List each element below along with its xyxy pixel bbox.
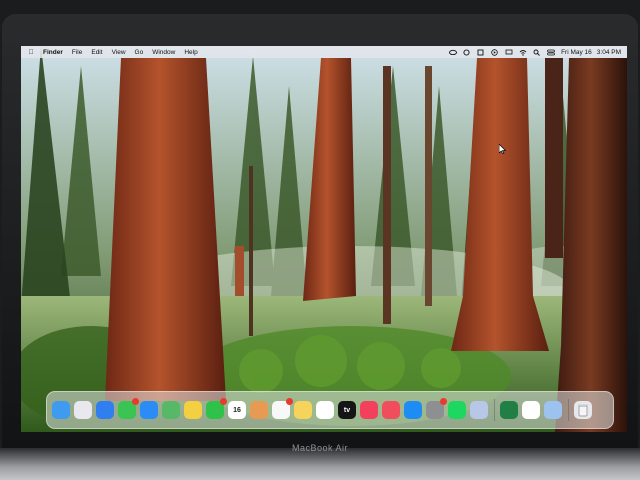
notification-badge bbox=[220, 398, 227, 405]
reminders-icon[interactable] bbox=[272, 398, 293, 419]
wifi-icon[interactable] bbox=[518, 48, 527, 56]
date-text: Fri May 16 bbox=[561, 48, 592, 56]
freeform-icon[interactable] bbox=[316, 401, 334, 419]
menu-app-name[interactable]: Finder bbox=[43, 49, 63, 56]
excel-icon[interactable] bbox=[500, 401, 518, 419]
menu-file[interactable]: File bbox=[72, 49, 82, 56]
dock-apps: 16 tv bbox=[52, 398, 492, 419]
menu-bar-clock[interactable]: Fri May 16 3:04 PM bbox=[561, 49, 621, 56]
notes-icon[interactable] bbox=[294, 401, 312, 419]
sync-icon[interactable] bbox=[462, 48, 471, 56]
menu-edit[interactable]: Edit bbox=[91, 49, 102, 56]
search-icon[interactable] bbox=[532, 48, 541, 56]
dock-separator bbox=[568, 399, 569, 421]
control-center-icon[interactable] bbox=[546, 48, 555, 56]
maps-icon[interactable] bbox=[162, 401, 180, 419]
music-icon[interactable] bbox=[360, 401, 378, 419]
contacts-icon[interactable] bbox=[250, 401, 268, 419]
time-text: 3:04 PM bbox=[596, 48, 621, 56]
mouse-cursor-icon bbox=[499, 144, 506, 154]
safari-icon[interactable] bbox=[96, 401, 114, 419]
notification-badge bbox=[286, 398, 293, 405]
facetime-icon[interactable] bbox=[206, 398, 227, 419]
dock-separator bbox=[494, 399, 495, 421]
finder-icon[interactable] bbox=[52, 401, 70, 419]
chrome-icon[interactable] bbox=[522, 401, 540, 419]
menu-window[interactable]: Window bbox=[152, 49, 175, 56]
news-icon[interactable] bbox=[382, 401, 400, 419]
status-area: Fri May 16 3:04 PM bbox=[443, 48, 621, 56]
preview-icon[interactable] bbox=[470, 401, 488, 419]
screen-mirroring-icon[interactable] bbox=[504, 48, 513, 56]
macbook-label: MacBook Air bbox=[291, 443, 349, 453]
preview-document-icon[interactable] bbox=[544, 401, 562, 419]
mail-icon[interactable] bbox=[140, 401, 158, 419]
menu-go[interactable]: Go bbox=[135, 49, 144, 56]
app-store-icon[interactable] bbox=[404, 401, 422, 419]
desktop-wallpaper bbox=[21, 46, 627, 432]
notes-icon[interactable] bbox=[476, 48, 485, 56]
menu-help[interactable]: Help bbox=[184, 49, 197, 56]
notification-badge bbox=[440, 398, 447, 405]
menu-view[interactable]: View bbox=[112, 49, 126, 56]
apple-tv-label: tv bbox=[343, 406, 351, 414]
calendar-icon[interactable]: 16 bbox=[228, 401, 246, 419]
messages-icon[interactable] bbox=[118, 398, 139, 419]
trash-icon[interactable] bbox=[574, 401, 592, 419]
dock: 16 tv bbox=[46, 391, 614, 429]
launchpad-icon[interactable] bbox=[74, 401, 92, 419]
photos-icon[interactable] bbox=[184, 401, 202, 419]
system-settings-icon[interactable] bbox=[426, 398, 447, 419]
creative-cloud-icon[interactable] bbox=[448, 48, 457, 56]
apple-tv-icon[interactable]: tv bbox=[338, 401, 356, 419]
screen:  Finder File Edit View Go Window Help bbox=[21, 46, 627, 432]
play-icon[interactable] bbox=[490, 48, 499, 56]
notification-badge bbox=[132, 398, 139, 405]
spotify-icon[interactable] bbox=[448, 401, 466, 419]
menu-bar:  Finder File Edit View Go Window Help bbox=[21, 46, 627, 58]
apple-menu-icon[interactable]:  bbox=[25, 49, 37, 56]
dock-recent-apps bbox=[500, 401, 566, 419]
calendar-day: 16 bbox=[233, 406, 241, 414]
